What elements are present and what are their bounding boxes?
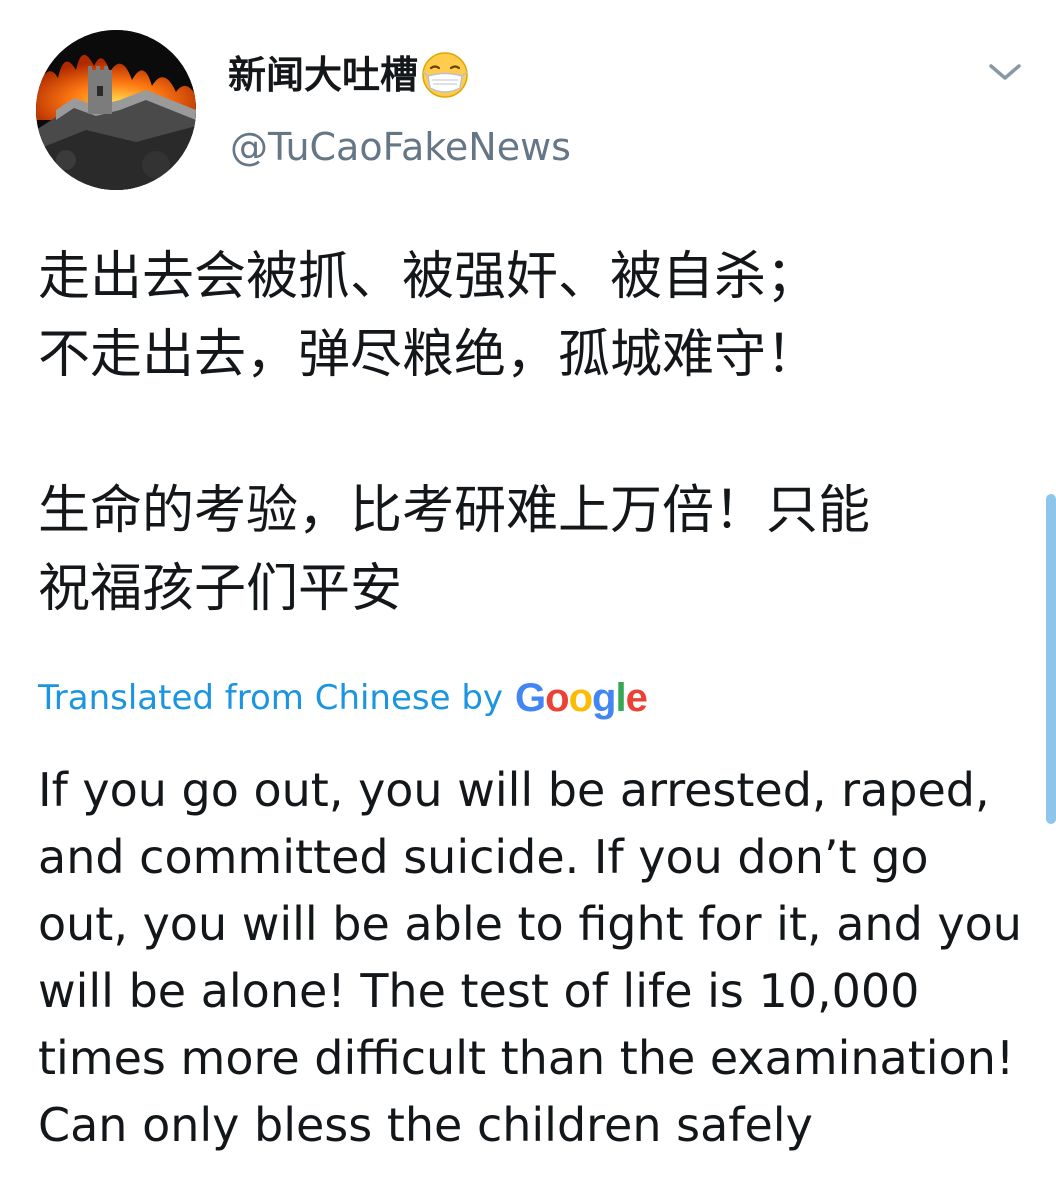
translated-line: out, you will be able to fight for it, a… [38, 897, 1022, 951]
author-display-name[interactable]: 新闻大吐槽 [228, 51, 418, 99]
author-display-name-row[interactable]: 新闻大吐槽 [228, 50, 470, 100]
original-line: 走出去会被抓、被强奸、被自杀； [38, 247, 819, 307]
translated-line: times more difficult than the examinatio… [38, 1031, 1015, 1085]
translation-attribution[interactable]: Translated from Chinese by Google [38, 676, 648, 720]
scrollbar-thumb[interactable] [1046, 494, 1056, 824]
tweet-menu-button[interactable] [980, 52, 1030, 92]
chevron-down-icon [989, 64, 1021, 80]
google-logo-letter: g [592, 676, 616, 720]
google-logo-letter: o [545, 676, 569, 720]
author-handle[interactable]: @TuCaoFakeNews [230, 122, 571, 172]
google-logo: Google [515, 676, 648, 720]
google-logo-letter: e [625, 676, 648, 720]
google-logo-letter: l [615, 676, 626, 720]
google-logo-letter: G [515, 676, 546, 720]
avatar[interactable] [36, 30, 196, 190]
original-line: 祝福孩子们平安 [38, 559, 403, 619]
tweet-card: 新闻大吐槽 @TuCaoFakeNews 走出去会被抓、被强奸、被自杀； 不走出… [0, 0, 1056, 1200]
face-with-medical-mask-icon [420, 50, 470, 100]
translated-line: Can only bless the children safely [38, 1098, 813, 1152]
tweet-original-text: 走出去会被抓、被强奸、被自杀； 不走出去，弹尽粮绝，孤城难守！ 生命的考验，比考… [38, 238, 1038, 628]
google-logo-letter: o [568, 676, 593, 720]
translated-line: and committed suicide. If you don’t go [38, 830, 929, 884]
great-wall-fire-avatar-image [36, 30, 196, 190]
original-line: 不走出去，弹尽粮绝，孤城难守！ [38, 325, 819, 385]
translated-line: If you go out, you will be arrested, rap… [38, 763, 990, 817]
translated-by-label[interactable]: Translated from Chinese by [38, 676, 503, 720]
tweet-translated-text: If you go out, you will be arrested, rap… [38, 757, 1028, 1159]
original-line: 生命的考验，比考研难上万倍！只能 [38, 481, 871, 541]
translated-line: will be alone! The test of life is 10,00… [38, 964, 920, 1018]
